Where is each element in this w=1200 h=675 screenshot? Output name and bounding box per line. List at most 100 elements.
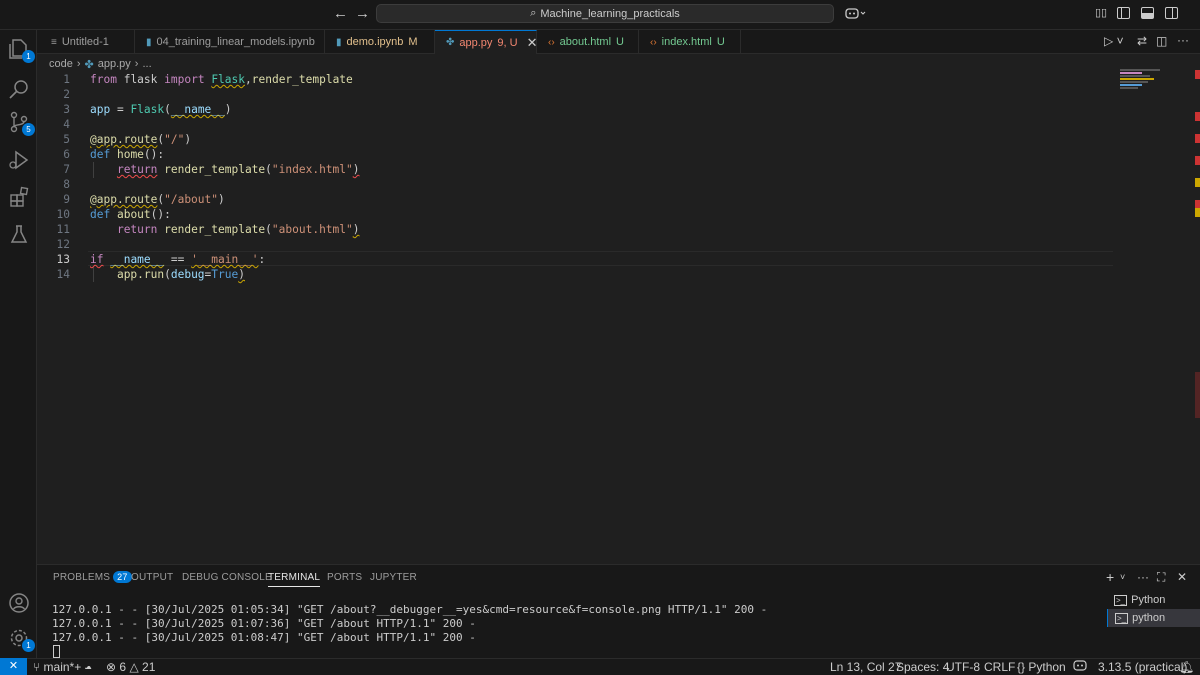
tab-debug-console[interactable]: DEBUG CONSOLE xyxy=(182,572,272,583)
remote-indicator-icon[interactable]: ✕ xyxy=(0,658,27,675)
code-line-6: def home(): xyxy=(90,148,165,161)
code-line-14: app.run(debug=True) xyxy=(116,268,245,281)
git-branch-icon: ⑂ xyxy=(33,660,41,674)
line-number: 6 xyxy=(63,148,70,161)
chevron-down-icon[interactable]: ˅ xyxy=(1120,572,1125,582)
toggle-sidebar-icon[interactable] xyxy=(1117,7,1130,19)
language-mode[interactable]: {} Python xyxy=(1017,660,1066,674)
code-line-10: def about(): xyxy=(90,208,171,221)
warning-icon: △ xyxy=(129,660,139,674)
tab-problems[interactable]: PROBLEMS 27 xyxy=(53,571,132,583)
branch-indicator[interactable]: ⑂ main*+ ☁ xyxy=(33,660,92,674)
customize-layout-icon[interactable]: ▯▯ xyxy=(1095,6,1107,19)
editor-scrollbar[interactable] xyxy=(1195,54,1200,564)
breadcrumb: code › ✤ app.py › ... xyxy=(49,56,152,72)
command-center-search[interactable]: ⌕ Machine_learning_practicals xyxy=(376,4,834,23)
tab-label: about.html xyxy=(559,36,612,48)
search-view-icon[interactable] xyxy=(7,77,31,101)
tab-label: 04_training_linear_models.ipynb xyxy=(156,36,315,48)
accounts-icon[interactable] xyxy=(7,591,31,615)
minimap[interactable] xyxy=(1120,68,1188,98)
code-line-7: return render_template("index.html") xyxy=(116,163,360,176)
close-panel-icon[interactable]: ✕ xyxy=(1177,570,1187,584)
open-changes-icon[interactable]: ⇄ xyxy=(1137,34,1147,48)
explorer-badge: 1 xyxy=(22,50,35,63)
python-icon: ✤ xyxy=(84,58,94,71)
problems-indicator[interactable]: ⊗ 6 △ 21 xyxy=(106,660,155,674)
back-arrow-icon[interactable]: ← xyxy=(333,5,348,22)
cursor-position[interactable]: Ln 13, Col 27 xyxy=(830,660,901,674)
manage-gear-icon[interactable]: 1 xyxy=(7,626,35,652)
testing-flask-icon[interactable] xyxy=(7,222,31,246)
line-number: 9 xyxy=(63,193,70,206)
forward-arrow-icon[interactable]: → xyxy=(355,5,370,22)
source-control-badge: 5 xyxy=(22,123,35,136)
tab-status: U xyxy=(616,36,624,48)
terminal-session-python-active[interactable]: >_ python xyxy=(1107,609,1200,627)
tab-about-html[interactable]: ‹› about.html U xyxy=(537,30,639,54)
tab-untitled-1[interactable]: ≡ Untitled-1 xyxy=(40,30,135,54)
code-line-13: if __name__ == '__main__': xyxy=(90,253,266,266)
tab-status: M xyxy=(408,36,418,48)
tab-status: U xyxy=(716,36,725,48)
end-of-line[interactable]: CRLF xyxy=(984,660,1015,674)
tab-demo-ipynb[interactable]: ▮ demo.ipynb M xyxy=(325,30,435,54)
chevron-right-icon: › xyxy=(76,58,81,70)
run-python-icon[interactable]: ▷ ˅ xyxy=(1104,34,1124,48)
line-number: 14 xyxy=(56,268,70,281)
more-actions-icon[interactable]: ··· xyxy=(1177,33,1189,47)
sync-cloud-icon: ☁ xyxy=(84,660,92,674)
copilot-status-icon[interactable] xyxy=(1073,660,1087,674)
explorer-icon[interactable]: 1 xyxy=(7,37,35,63)
file-encoding[interactable]: UTF-8 xyxy=(946,660,980,674)
breadcrumb-folder[interactable]: code xyxy=(49,58,73,70)
terminal-output[interactable]: 127.0.0.1 - - [30/Jul/2025 01:05:34] "GE… xyxy=(52,603,767,645)
command-center-label: Machine_learning_practicals xyxy=(540,7,680,20)
copilot-icon[interactable] xyxy=(845,6,867,23)
new-terminal-plus-icon[interactable]: + xyxy=(1106,569,1114,585)
tab-terminal[interactable]: TERMINAL xyxy=(268,572,321,587)
terminal-cursor xyxy=(53,645,60,658)
line-number: 5 xyxy=(63,133,70,146)
split-editor-icon[interactable]: ◫ xyxy=(1156,34,1167,48)
python-icon: ✤ xyxy=(446,37,455,48)
close-icon[interactable]: ✕ xyxy=(527,35,538,51)
tab-jupyter[interactable]: JUPYTER xyxy=(370,572,417,583)
tab-ports[interactable]: PORTS xyxy=(327,572,362,583)
toggle-secondary-sidebar-icon[interactable] xyxy=(1165,7,1178,19)
breadcrumb-symbol[interactable]: ... xyxy=(142,58,151,70)
code-line-3: app = Flask(__name__) xyxy=(90,103,232,116)
tab-output[interactable]: OUTPUT xyxy=(131,572,173,583)
html-icon: ‹› xyxy=(650,36,657,48)
line-number: 2 xyxy=(63,88,70,101)
manage-badge: 1 xyxy=(22,639,35,652)
notebook-icon: ▮ xyxy=(336,36,342,48)
toggle-panel-icon[interactable] xyxy=(1141,7,1154,19)
search-icon: ⌕ xyxy=(530,7,537,19)
line-number: 1 xyxy=(63,73,70,86)
tab-label: index.html xyxy=(661,36,712,48)
tab-label: demo.ipynb xyxy=(346,36,404,48)
terminal-session-python[interactable]: >_ Python xyxy=(1107,591,1200,609)
html-icon: ‹› xyxy=(548,36,555,48)
notifications-bell-icon[interactable]: 🔔︎ xyxy=(1179,660,1194,674)
line-number: 3 xyxy=(63,103,70,116)
source-control-icon[interactable]: 5 xyxy=(7,110,35,136)
extensions-icon[interactable] xyxy=(7,185,31,209)
tab-index-html[interactable]: ‹› index.html U xyxy=(639,30,741,54)
indentation[interactable]: Spaces: 4 xyxy=(896,660,949,674)
python-interpreter[interactable]: 3.13.5 (practical) xyxy=(1098,660,1187,674)
terminal-line: 127.0.0.1 - - [30/Jul/2025 01:05:34] "GE… xyxy=(52,603,768,616)
code-line-1: from flask import Flask,render_template xyxy=(90,73,353,86)
line-number: 11 xyxy=(56,223,70,236)
tab-label: Untitled-1 xyxy=(61,36,109,48)
breadcrumb-file[interactable]: app.py xyxy=(98,58,131,70)
run-debug-icon[interactable] xyxy=(7,148,31,172)
line-number: 4 xyxy=(63,118,70,131)
code-editor[interactable]: 1 2 3 4 5 6 7 8 9 10 11 12 13 14 from flask import Fl… xyxy=(37,72,1120,564)
line-number: 13 xyxy=(56,253,70,266)
tab-app-py[interactable]: ✤ app.py 9, U ✕ xyxy=(435,30,538,54)
tab-04-training-linear-models[interactable]: ▮ 04_training_linear_models.ipynb xyxy=(135,30,325,54)
more-actions-icon[interactable]: ··· xyxy=(1137,570,1149,584)
maximize-panel-icon[interactable]: ⛶ xyxy=(1157,570,1165,585)
